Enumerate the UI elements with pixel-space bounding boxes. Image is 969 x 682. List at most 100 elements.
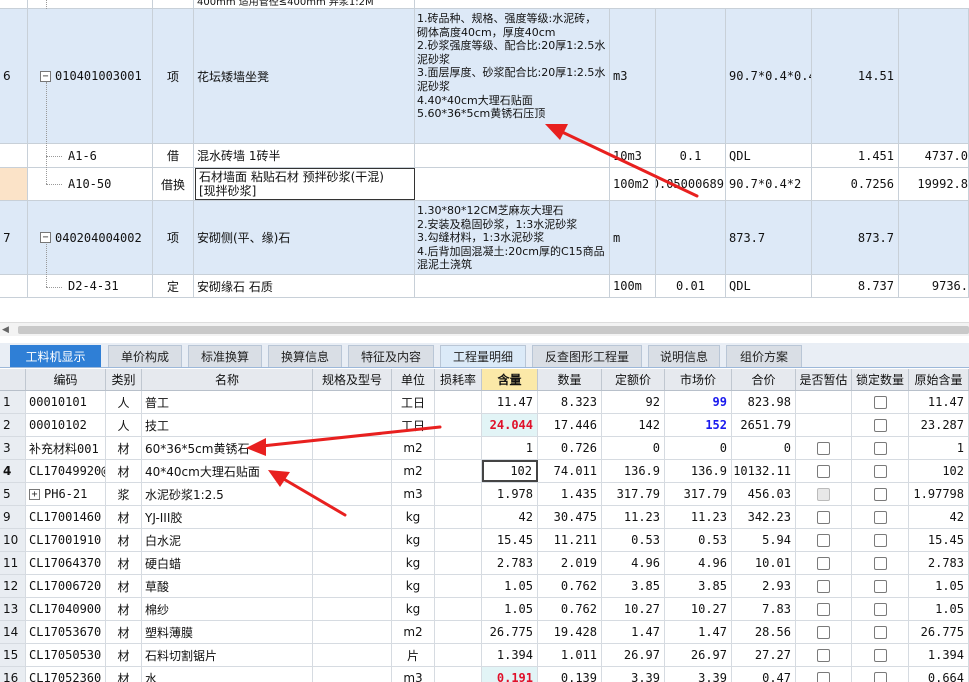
checkbox-icon[interactable] bbox=[873, 418, 887, 432]
resource-name[interactable]: 硬白蜡 bbox=[142, 552, 313, 574]
checkbox-icon[interactable] bbox=[873, 487, 887, 501]
resource-market-price[interactable]: 3.39 bbox=[665, 667, 732, 682]
lock-quantity-checkbox[interactable] bbox=[852, 644, 909, 666]
resource-content[interactable]: 1.394 bbox=[482, 644, 538, 666]
resource-content[interactable]: 0.191 bbox=[482, 667, 538, 682]
checkbox-icon[interactable] bbox=[817, 510, 830, 524]
lock-quantity-checkbox[interactable] bbox=[852, 552, 909, 574]
checkbox-icon[interactable] bbox=[817, 671, 830, 682]
header-original-content[interactable]: 原始含量 bbox=[909, 369, 969, 390]
resource-market-price[interactable]: 317.79 bbox=[665, 483, 732, 505]
table-row[interactable]: 15 CL17050530 材石料切割锯片片 1.394 1.011 26.97 26.97… bbox=[0, 644, 969, 667]
resource-content[interactable]: 1.05 bbox=[482, 598, 538, 620]
estimate-checkbox[interactable] bbox=[796, 552, 852, 574]
checkbox-icon[interactable] bbox=[873, 533, 887, 547]
header-base-price[interactable]: 定额价 bbox=[602, 369, 665, 390]
resource-name[interactable]: 40*40cm大理石贴面 bbox=[142, 460, 313, 482]
header-total[interactable]: 合价 bbox=[732, 369, 796, 390]
table-row[interactable]: 3 补充材料001 材 60*36*5cm黄锈石 m2 1 0.726 0 0 0 1 bbox=[0, 437, 969, 460]
tab-pricing-plan[interactable]: 组价方案 bbox=[726, 345, 802, 367]
header-unit[interactable]: 单位 bbox=[392, 369, 435, 390]
tab-standard-conversion[interactable]: 标准换算 bbox=[188, 345, 262, 367]
item-name-editor[interactable]: 石材墙面 粘贴石材 预拌砂浆(干混) [现拌砂浆] bbox=[195, 168, 415, 200]
lock-quantity-checkbox[interactable] bbox=[852, 575, 909, 597]
table-row[interactable]: 5 + PH6-21 浆水泥砂浆1:2.5 m3 1.978 1.435 317.79 317.… bbox=[0, 483, 969, 506]
collapse-icon[interactable]: − bbox=[40, 232, 51, 243]
table-row[interactable]: 12 CL17006720 材草酸 kg 1.05 0.762 3.85 3.85 2.93 1.… bbox=[0, 575, 969, 598]
table-row[interactable]: 11 CL17064370 材硬白蜡 kg 2.783 2.019 4.96 4.96 10.0… bbox=[0, 552, 969, 575]
resource-name[interactable]: 草酸 bbox=[142, 575, 313, 597]
checkbox-icon[interactable] bbox=[817, 533, 830, 547]
header-lock-quantity[interactable]: 锁定数量 bbox=[852, 369, 909, 390]
estimate-checkbox[interactable] bbox=[796, 575, 852, 597]
partial-row[interactable]: 400mm 适用管径≤400mm 弃浆1:2M bbox=[0, 0, 969, 9]
expand-icon[interactable]: + bbox=[29, 488, 40, 500]
scroll-left-icon[interactable]: ◀ bbox=[2, 323, 9, 337]
lock-quantity-checkbox[interactable] bbox=[852, 483, 909, 505]
header-content[interactable]: 含量 bbox=[482, 369, 538, 390]
estimate-checkbox[interactable] bbox=[796, 460, 852, 482]
resource-content[interactable]: 42 bbox=[482, 506, 538, 528]
table-row[interactable]: 14 CL17053670 材塑料薄膜 m2 26.775 19.428 1.47 1.47 2… bbox=[0, 621, 969, 644]
estimate-checkbox[interactable] bbox=[796, 414, 852, 436]
table-row[interactable]: 4CL17049920@1材40*40cm大理石贴面m210274.011136… bbox=[0, 460, 969, 483]
list-row-a1-6[interactable]: A1-6 借 混水砖墙 1砖半 10m3 0.1 QDL 1.451 4737.… bbox=[0, 144, 969, 168]
resource-market-price[interactable]: 26.97 bbox=[665, 644, 732, 666]
resource-market-price[interactable]: 152 bbox=[665, 414, 732, 436]
resource-content[interactable]: 11.47 bbox=[482, 391, 538, 413]
lock-quantity-checkbox[interactable] bbox=[852, 506, 909, 528]
list-row-a10-50[interactable]: A10-50 借换 石材墙面 粘贴石材 预拌砂浆(干混) [现拌砂浆] 100m… bbox=[0, 168, 969, 201]
resource-name[interactable]: 石料切割锯片 bbox=[142, 644, 313, 666]
lock-quantity-checkbox[interactable] bbox=[852, 414, 909, 436]
header-loss-rate[interactable]: 损耗率 bbox=[435, 369, 482, 390]
resource-name[interactable]: 水 bbox=[142, 667, 313, 682]
estimate-checkbox[interactable] bbox=[796, 621, 852, 643]
lock-quantity-checkbox[interactable] bbox=[852, 667, 909, 682]
resource-name[interactable]: 棉纱 bbox=[142, 598, 313, 620]
resource-content[interactable]: 2.783 bbox=[482, 552, 538, 574]
table-row[interactable]: 9 CL17001460 材 YJ-III胶 kg 42 30.475 11.23 11.23 3… bbox=[0, 506, 969, 529]
resource-name[interactable]: 白水泥 bbox=[142, 529, 313, 551]
checkbox-icon[interactable] bbox=[817, 648, 830, 662]
resource-market-price[interactable]: 11.23 bbox=[665, 506, 732, 528]
estimate-checkbox[interactable] bbox=[796, 598, 852, 620]
estimate-checkbox[interactable] bbox=[796, 667, 852, 682]
checkbox-icon[interactable] bbox=[817, 579, 830, 593]
estimate-checkbox[interactable] bbox=[796, 391, 852, 413]
lock-quantity-checkbox[interactable] bbox=[852, 391, 909, 413]
estimate-checkbox[interactable] bbox=[796, 644, 852, 666]
table-row[interactable]: 1 00010101 人普工 工日 11.47 8.323 92 99 823.98 11.47 bbox=[0, 391, 969, 414]
tab-labor-material-machine[interactable]: 工料机显示 bbox=[10, 345, 101, 367]
resource-name[interactable]: 水泥砂浆1:2.5 bbox=[142, 483, 313, 505]
checkbox-icon[interactable] bbox=[873, 441, 887, 455]
resource-content[interactable]: 1.978 bbox=[482, 483, 538, 505]
header-code[interactable]: 编码 bbox=[26, 369, 106, 390]
list-row-7[interactable]: 7 − 040204004002 项 安砌侧(平、缘)石 1.30*80*12C… bbox=[0, 201, 969, 275]
tab-features-content[interactable]: 特征及内容 bbox=[348, 345, 434, 367]
checkbox-icon[interactable] bbox=[873, 510, 887, 524]
resource-content[interactable]: 102 bbox=[482, 460, 538, 482]
checkbox-icon[interactable] bbox=[817, 602, 830, 616]
collapse-icon[interactable]: − bbox=[40, 70, 51, 82]
resource-content[interactable]: 26.775 bbox=[482, 621, 538, 643]
estimate-checkbox[interactable] bbox=[796, 483, 852, 505]
tab-reverse-graphic-quantity[interactable]: 反查图形工程量 bbox=[532, 345, 642, 367]
horizontal-scrollbar[interactable]: ◀ bbox=[0, 322, 969, 336]
checkbox-icon[interactable] bbox=[873, 395, 887, 409]
resource-name[interactable]: YJ-III胶 bbox=[142, 506, 313, 528]
tab-description[interactable]: 说明信息 bbox=[648, 345, 720, 367]
checkbox-icon[interactable] bbox=[873, 671, 887, 682]
checkbox-icon[interactable] bbox=[817, 464, 830, 478]
lock-quantity-checkbox[interactable] bbox=[852, 621, 909, 643]
checkbox-icon[interactable] bbox=[873, 579, 887, 593]
checkbox-icon[interactable] bbox=[873, 556, 887, 570]
table-row[interactable]: 10 CL17001910 材白水泥 kg 15.45 11.211 0.53 0.53 5.9… bbox=[0, 529, 969, 552]
checkbox-icon[interactable] bbox=[873, 625, 887, 639]
table-row[interactable]: 2 00010102 人技工 工日 24.044 17.446 142 152 2651.79 2… bbox=[0, 414, 969, 437]
tab-conversion-info[interactable]: 换算信息 bbox=[268, 345, 342, 367]
list-row-d2-4-31[interactable]: D2-4-31 定 安砌缘石 石质 100m 0.01 QDL 8.737 97… bbox=[0, 275, 969, 298]
table-row[interactable]: 16 CL17052360 材水 m3 0.191 0.139 3.39 3.39 0.47 0.… bbox=[0, 667, 969, 682]
header-category[interactable]: 类别 bbox=[106, 369, 142, 390]
resource-name[interactable]: 塑料薄膜 bbox=[142, 621, 313, 643]
resource-content[interactable]: 24.044 bbox=[482, 414, 538, 436]
